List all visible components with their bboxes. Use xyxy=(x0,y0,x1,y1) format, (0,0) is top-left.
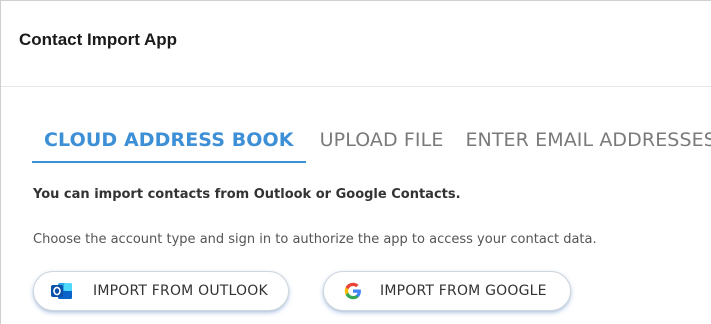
import-from-google-button[interactable]: IMPORT FROM GOOGLE xyxy=(323,271,571,311)
instructions-text: Choose the account type and sign in to a… xyxy=(33,232,597,247)
app-window: Contact Import App CLOUD ADDRESS BOOK UP… xyxy=(0,0,711,324)
intro-text: You can import contacts from Outlook or … xyxy=(33,187,461,202)
app-header: Contact Import App xyxy=(1,1,711,87)
tab-bar: CLOUD ADDRESS BOOK UPLOAD FILE ENTER EMA… xyxy=(32,129,711,175)
tab-cloud-address-book[interactable]: CLOUD ADDRESS BOOK xyxy=(32,129,306,163)
google-icon xyxy=(344,282,362,300)
outlook-icon xyxy=(51,282,73,300)
import-from-outlook-label: IMPORT FROM OUTLOOK xyxy=(93,283,268,299)
tab-enter-email-addresses[interactable]: ENTER EMAIL ADDRESSES xyxy=(465,129,711,163)
import-from-google-label: IMPORT FROM GOOGLE xyxy=(380,283,547,299)
app-title: Contact Import App xyxy=(19,29,178,49)
tab-upload-file[interactable]: UPLOAD FILE xyxy=(320,129,444,163)
import-from-outlook-button[interactable]: IMPORT FROM OUTLOOK xyxy=(33,271,289,311)
